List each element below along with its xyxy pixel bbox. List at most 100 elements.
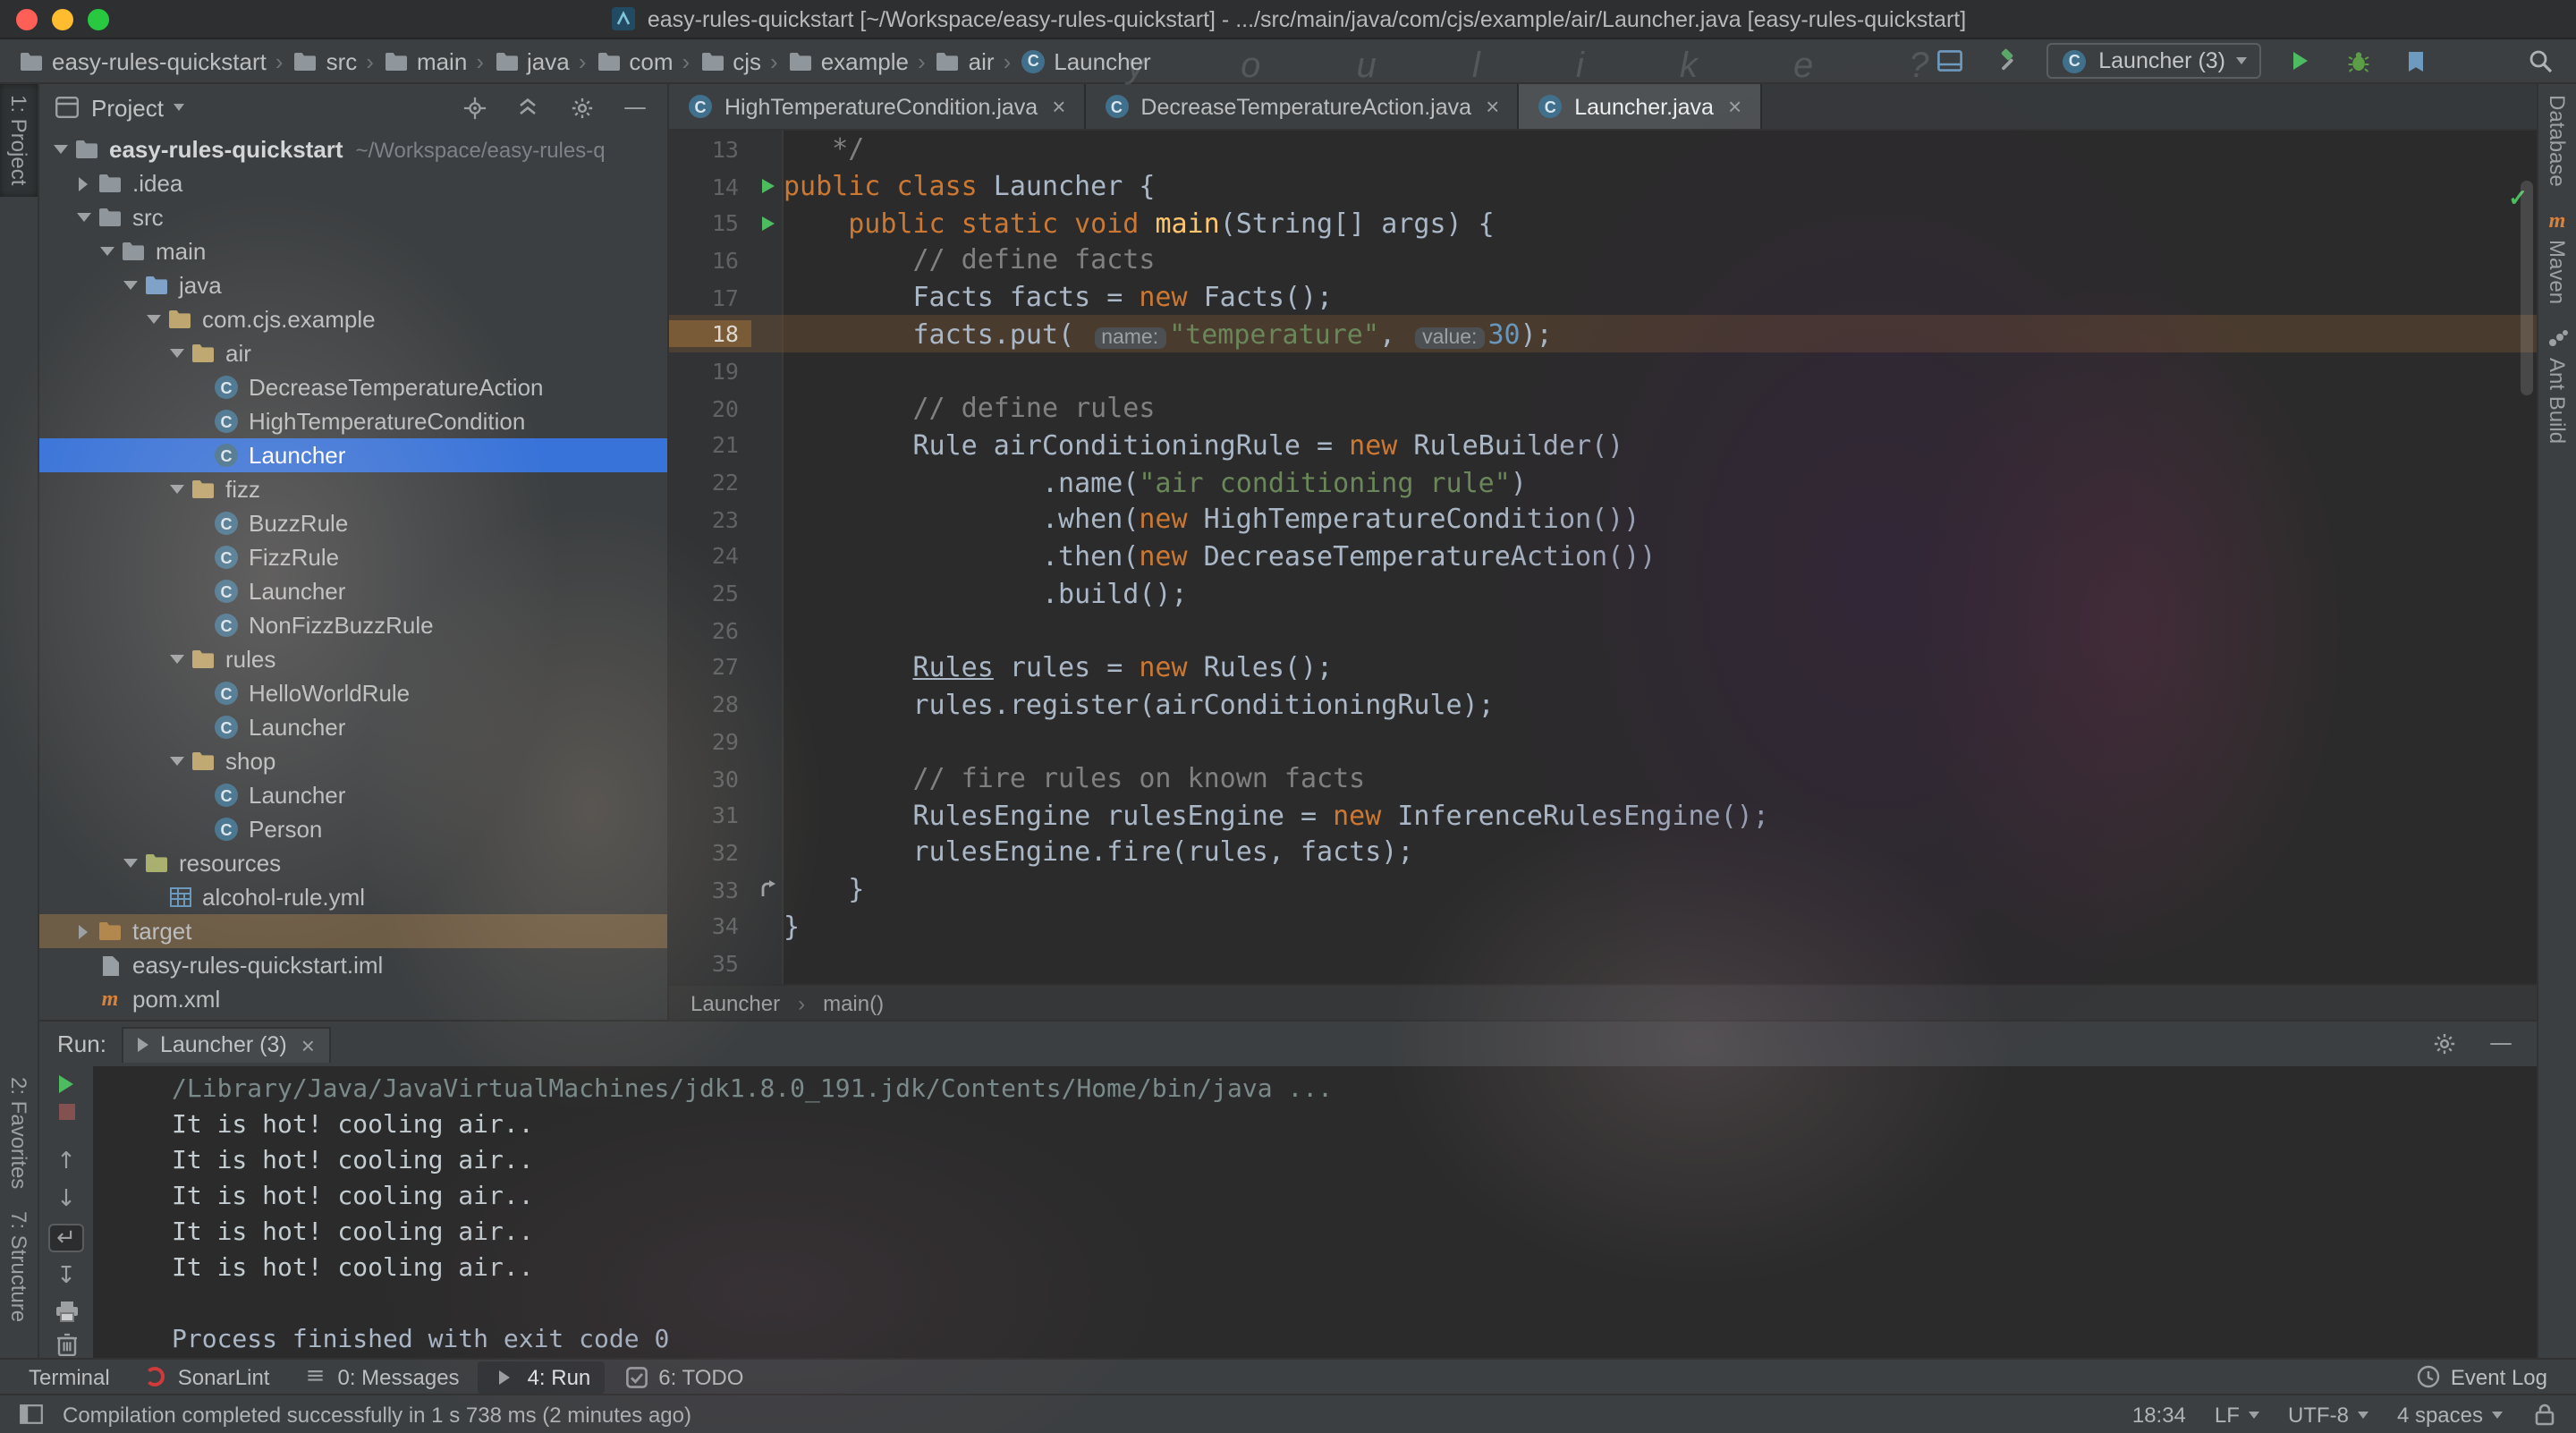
toolwindow-button-2-favorites[interactable]: 2: Favorites: [0, 1067, 38, 1200]
close-tab-icon[interactable]: ×: [1486, 93, 1499, 120]
line-number[interactable]: 27: [669, 654, 751, 681]
editor-tab-launcher-java[interactable]: CLauncher.java×: [1519, 84, 1761, 129]
breadcrumb-src[interactable]: src: [289, 47, 361, 74]
editor-tab-hightemperaturecondition-java[interactable]: CHighTemperatureCondition.java×: [669, 84, 1085, 129]
line-number[interactable]: 25: [669, 580, 751, 606]
toolwindow-button-7-structure[interactable]: 7: Structure: [0, 1200, 38, 1333]
code-editor[interactable]: ✓ 13 */14public class Launcher {15 publi…: [669, 131, 2537, 984]
line-number[interactable]: 34: [669, 913, 751, 940]
tree-item-buzzrule[interactable]: CBuzzRule: [39, 506, 667, 540]
tree-item-hightemperaturecondition[interactable]: CHighTemperatureCondition: [39, 404, 667, 438]
prev-occurrence-button[interactable]: ↑: [48, 1149, 84, 1175]
tree-item-com-cjs-example[interactable]: com.cjs.example: [39, 302, 667, 336]
run-configuration-selector[interactable]: CLauncher (3): [2046, 43, 2261, 79]
line-number[interactable]: 20: [669, 394, 751, 421]
toolwindow-button-4-run[interactable]: 4: Run: [478, 1361, 606, 1393]
tree-expand-chevron[interactable]: [120, 853, 140, 873]
tree-collapse-chevron[interactable]: [73, 174, 93, 193]
stop-button[interactable]: [48, 1104, 84, 1120]
tree-expand-chevron[interactable]: [50, 140, 70, 159]
line-number[interactable]: 16: [669, 247, 751, 274]
breadcrumb-method[interactable]: main(): [823, 990, 884, 1015]
tree-item-decreasetemperatureaction[interactable]: CDecreaseTemperatureAction: [39, 370, 667, 404]
hide-panel-button[interactable]: —: [617, 89, 653, 125]
tree-item-resources[interactable]: resources: [39, 846, 667, 880]
next-occurrence-button[interactable]: ↓: [48, 1186, 84, 1213]
caret-position[interactable]: 18:34: [2132, 1402, 2186, 1427]
tree-item-launcher[interactable]: CLauncher: [39, 438, 667, 472]
status-message[interactable]: Compilation completed successfully in 1 …: [63, 1402, 691, 1427]
clear-console-button[interactable]: [48, 1333, 84, 1356]
run-line-icon[interactable]: [761, 179, 774, 193]
breadcrumb-main[interactable]: main: [379, 47, 470, 74]
tree-item-easy-rules-quickstart-iml[interactable]: easy-rules-quickstart.iml: [39, 948, 667, 982]
line-number[interactable]: 26: [669, 617, 751, 644]
line-number[interactable]: 29: [669, 728, 751, 755]
run-line-icon[interactable]: [761, 216, 774, 230]
toolwindow-layout-button[interactable]: [1932, 43, 1968, 79]
line-ending-selector[interactable]: LF: [2215, 1402, 2259, 1427]
run-button[interactable]: [2283, 43, 2318, 79]
chevron-down-icon[interactable]: [174, 104, 185, 111]
line-number[interactable]: 17: [669, 284, 751, 310]
breadcrumb-easy-rules-quickstart[interactable]: easy-rules-quickstart: [14, 47, 270, 74]
breadcrumb-java[interactable]: java: [489, 47, 573, 74]
build-project-button[interactable]: [1989, 43, 2025, 79]
run-console[interactable]: /Library/Java/JavaVirtualMachines/jdk1.8…: [93, 1066, 2537, 1358]
line-number[interactable]: 33: [669, 876, 751, 903]
editor-scrollbar[interactable]: [2521, 181, 2533, 395]
run-with-coverage-button[interactable]: [2397, 43, 2433, 79]
tree-item-helloworldrule[interactable]: CHelloWorldRule: [39, 676, 667, 710]
line-number[interactable]: 30: [669, 765, 751, 792]
tree-item-nonfizzbuzzrule[interactable]: CNonFizzBuzzRule: [39, 608, 667, 642]
tree-item-src[interactable]: src: [39, 200, 667, 234]
search-everywhere-button[interactable]: [2522, 43, 2558, 79]
tree-expand-chevron[interactable]: [166, 479, 186, 499]
editor-tab-decreasetemperatureaction-java[interactable]: CDecreaseTemperatureAction.java×: [1085, 84, 1519, 129]
toolwindow-button-1-project[interactable]: 1: Project: [0, 84, 38, 196]
project-settings-button[interactable]: [564, 89, 599, 125]
toolwindow-button-database[interactable]: Database: [2538, 84, 2576, 198]
line-number[interactable]: 23: [669, 505, 751, 532]
scroll-to-end-button[interactable]: ↧: [48, 1263, 84, 1290]
tree-expand-chevron[interactable]: [166, 751, 186, 771]
line-number[interactable]: 15: [669, 209, 751, 236]
locate-file-button[interactable]: [456, 89, 492, 125]
line-number[interactable]: 35: [669, 950, 751, 977]
tree-item-launcher[interactable]: CLauncher: [39, 778, 667, 812]
tree-expand-chevron[interactable]: [120, 276, 140, 295]
tree-item-easy-rules-quickstart[interactable]: easy-rules-quickstart~/Workspace/easy-ru…: [39, 132, 667, 166]
tree-expand-chevron[interactable]: [73, 208, 93, 227]
toolwindow-button-event-log[interactable]: Event Log: [2401, 1361, 2562, 1393]
close-tab-icon[interactable]: ×: [1728, 93, 1741, 120]
line-number[interactable]: 14: [669, 173, 751, 199]
tree-item-main[interactable]: main: [39, 234, 667, 268]
close-tab-icon[interactable]: ×: [1052, 93, 1065, 120]
tree-expand-chevron[interactable]: [143, 309, 163, 329]
gutter-mark-area[interactable]: [751, 877, 784, 902]
gutter-mark-area[interactable]: [751, 179, 784, 193]
tree-item-target[interactable]: target: [39, 914, 667, 948]
tree-item-launcher[interactable]: CLauncher: [39, 710, 667, 744]
collapse-all-button[interactable]: [510, 89, 546, 125]
breadcrumb-air[interactable]: air: [931, 47, 998, 74]
soft-wrap-toggle[interactable]: ↵: [48, 1224, 84, 1252]
line-number[interactable]: 31: [669, 801, 751, 828]
rerun-button[interactable]: [48, 1075, 84, 1093]
minimize-window-button[interactable]: [52, 9, 73, 30]
tree-item-person[interactable]: CPerson: [39, 812, 667, 846]
toolwindow-button-ant-build[interactable]: Ant Build: [2538, 316, 2576, 455]
breadcrumb-cjs[interactable]: cjs: [695, 47, 765, 74]
zoom-window-button[interactable]: [88, 9, 109, 30]
project-panel-title[interactable]: Project: [91, 94, 164, 121]
breadcrumb-com[interactable]: com: [591, 47, 676, 74]
tree-item-shop[interactable]: shop: [39, 744, 667, 778]
breadcrumb-class[interactable]: Launcher: [691, 990, 780, 1015]
tree-item-rules[interactable]: rules: [39, 642, 667, 676]
toolwindow-toggle-icon[interactable]: [18, 1402, 45, 1427]
toolwindow-button-0-messages[interactable]: ≡0: Messages: [287, 1361, 473, 1393]
run-settings-button[interactable]: [2426, 1026, 2462, 1062]
toolwindow-button-maven[interactable]: mMaven: [2538, 198, 2576, 316]
gutter-mark-area[interactable]: [751, 216, 784, 230]
run-tab[interactable]: Launcher (3) ×: [123, 1026, 331, 1062]
